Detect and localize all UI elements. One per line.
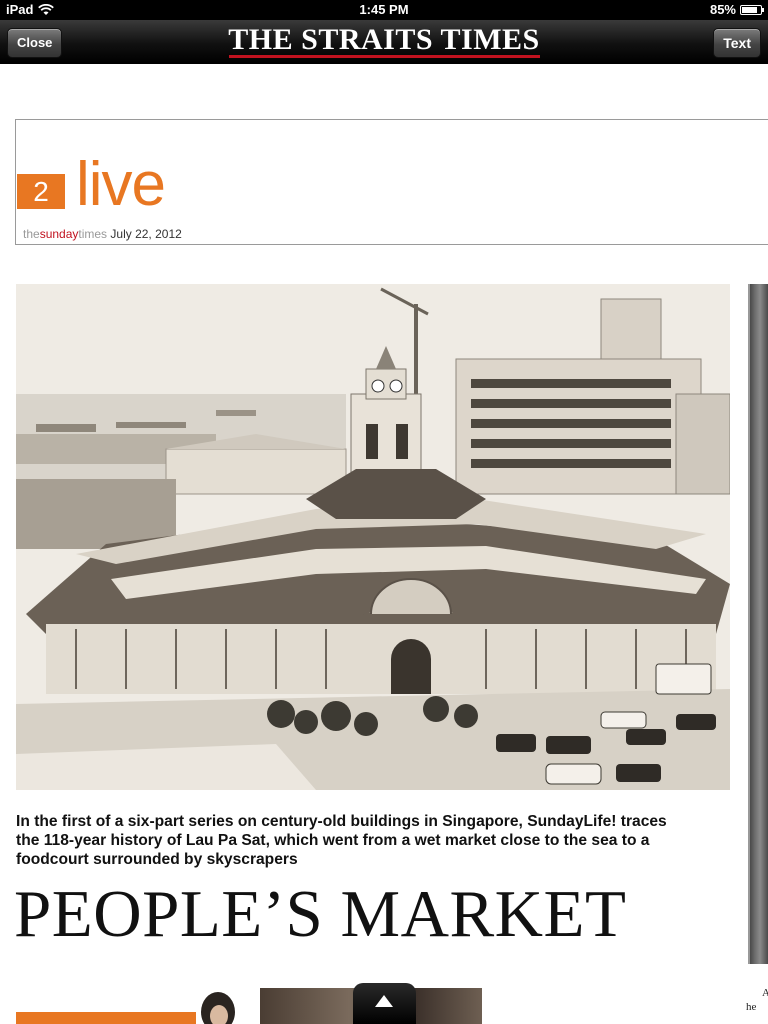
author-portrait (192, 990, 244, 1024)
battery-fill (742, 6, 758, 13)
issue-date: July 22, 2012 (110, 227, 182, 241)
snippet-line-1: A (762, 987, 768, 999)
status-time: 1:45 PM (359, 2, 409, 17)
snippet-line-2: he (746, 1001, 757, 1013)
text-view-button[interactable]: Text (713, 28, 761, 58)
section-number: 2 (17, 174, 65, 209)
next-page-text-snippet: A he (746, 986, 768, 1014)
article-headline: PEOPLE’S MARKET (14, 877, 627, 951)
show-toolbar-tab[interactable] (353, 983, 416, 1024)
section-name: live (76, 150, 166, 219)
masthead-title: THE STRAITS TIMES (228, 23, 540, 56)
orange-section-bar (16, 1012, 196, 1024)
status-right: 85% (709, 2, 764, 17)
brand-sunday: sunday (39, 227, 79, 241)
brand-the: the (23, 227, 40, 241)
status-bar: iPad 1:45 PM 85% (0, 0, 768, 20)
next-page-preview[interactable] (748, 284, 768, 964)
battery-icon (740, 4, 764, 15)
market-photo (16, 284, 730, 790)
brand-times: times (78, 227, 108, 241)
newspaper-page[interactable]: 2 live thesundaytimes July 22, 2012 In t… (0, 64, 768, 1024)
app-screen: iPad 1:45 PM 85% Close THE STRAITS TIMES… (0, 0, 768, 1024)
battery-percent: 85% (709, 2, 736, 17)
market-photo-illustration (16, 284, 730, 790)
article-standfirst: In the first of a six-part series on cen… (16, 813, 667, 868)
section-header: 2 live thesundaytimes July 22, 2012 (15, 119, 768, 245)
masthead-underline (229, 55, 540, 58)
section-date-line: thesundaytimes July 22, 2012 (23, 227, 182, 241)
